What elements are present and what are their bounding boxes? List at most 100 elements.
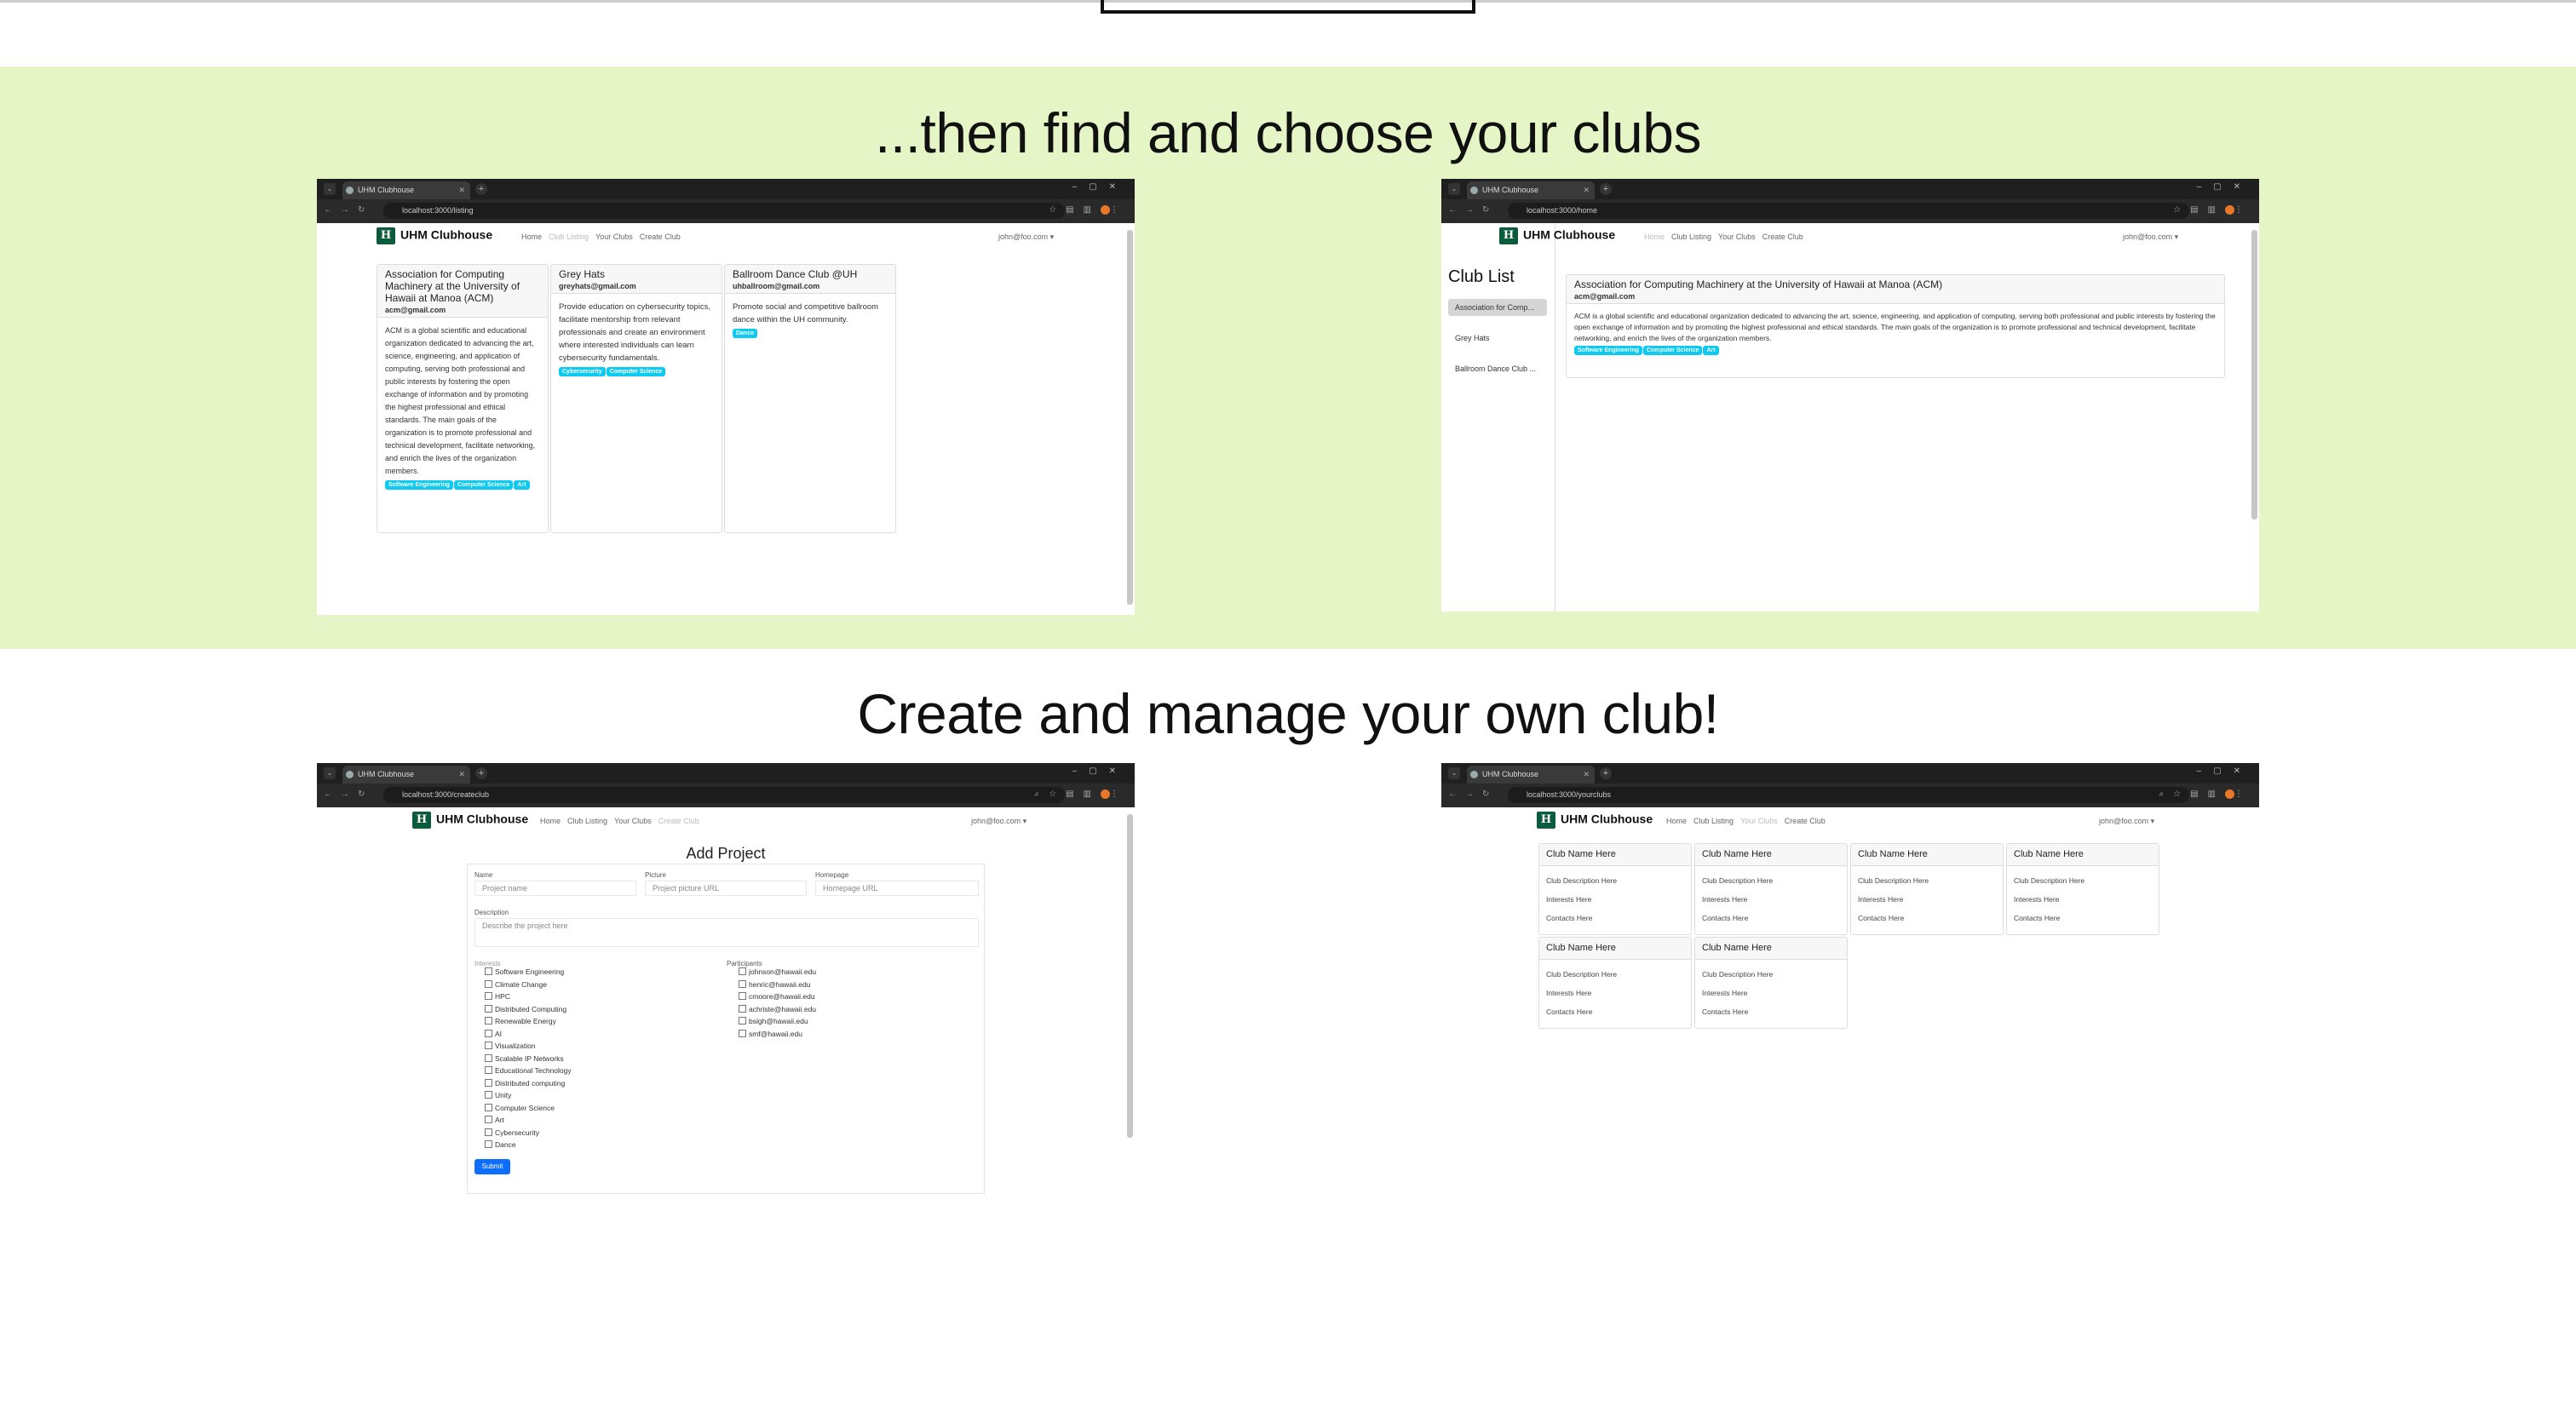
interest-checkbox[interactable]: Unity	[485, 1091, 511, 1099]
app-brand[interactable]: H UHM Clubhouse	[377, 227, 492, 244]
close-tab-icon[interactable]: ✕	[458, 181, 465, 199]
user-menu[interactable]: john@foo.com ▾	[2123, 232, 2178, 242]
close-tab-icon[interactable]: ✕	[1583, 181, 1590, 199]
interest-checkbox[interactable]: Distributed computing	[485, 1079, 565, 1088]
profile-avatar[interactable]	[1101, 789, 1110, 799]
interest-checkbox[interactable]: Art	[485, 1116, 504, 1124]
user-menu[interactable]: john@foo.com ▾	[971, 817, 1026, 826]
tab-search-icon[interactable]: ⌄	[324, 767, 336, 779]
tab-search-icon[interactable]: ⌄	[324, 183, 336, 195]
nav-club-listing[interactable]: Club Listing	[567, 817, 607, 825]
browser-tab[interactable]: UHM Clubhouse ✕	[1467, 766, 1595, 783]
interest-checkbox[interactable]: Educational Technology	[485, 1066, 572, 1075]
address-bar[interactable]: localhost:3000/createclub	[383, 787, 1065, 803]
scrollbar[interactable]	[1127, 814, 1133, 1138]
browser-tab[interactable]: UHM Clubhouse ✕	[1467, 181, 1595, 199]
participant-checkbox[interactable]: johnson@hawaii.edu	[739, 967, 816, 976]
nav-create-club[interactable]: Create Club	[658, 817, 699, 825]
submit-button[interactable]: Submit	[474, 1159, 510, 1174]
toolbar-icons[interactable]: ☆▤▥ ⋮	[1049, 205, 1128, 215]
interest-checkbox[interactable]: Cybersecurity	[485, 1128, 539, 1137]
interest-checkbox[interactable]: Dance	[485, 1140, 516, 1149]
window-controls[interactable]: –▢✕	[2197, 182, 2252, 192]
nav-club-listing[interactable]: Club Listing	[549, 232, 589, 241]
interest-checkbox[interactable]: AI	[485, 1030, 502, 1038]
club-card[interactable]: Ballroom Dance Club @UH uhballroom@gmail.…	[724, 264, 896, 533]
club-card[interactable]: Grey Hats greyhats@gmail.com Provide educ…	[550, 264, 722, 533]
nav-arrows-icon[interactable]: ←→↻	[1448, 205, 1498, 215]
nav-club-listing[interactable]: Club Listing	[1693, 817, 1734, 825]
nav-club-listing[interactable]: Club Listing	[1671, 232, 1711, 241]
address-bar[interactable]: localhost:3000/home	[1508, 203, 2189, 219]
club-card[interactable]: Club Name Here Club Description Here Inter…	[1850, 843, 2004, 935]
address-bar[interactable]: localhost:3000/listing	[383, 203, 1065, 219]
participant-checkbox[interactable]: henric@hawaii.edu	[739, 980, 810, 989]
club-card[interactable]: Association for Computing Machinery at t…	[377, 264, 549, 533]
app-brand[interactable]: H UHM Clubhouse	[1499, 227, 1615, 244]
interest-checkbox[interactable]: Visualization	[485, 1042, 536, 1050]
club-card[interactable]: Club Name Here Club Description Here Inter…	[1694, 843, 1848, 935]
club-card[interactable]: Club Name Here Club Description Here Inter…	[1538, 937, 1692, 1029]
close-tab-icon[interactable]: ✕	[458, 766, 465, 783]
nav-arrows-icon[interactable]: ←→↻	[324, 789, 373, 799]
club-card[interactable]: Club Name Here Club Description Here Inter…	[1694, 937, 1848, 1029]
new-tab-icon[interactable]: +	[1600, 183, 1612, 195]
interest-checkbox[interactable]: Climate Change	[485, 980, 547, 989]
interest-checkbox[interactable]: Renewable Energy	[485, 1017, 556, 1025]
scrollbar[interactable]	[2251, 230, 2257, 519]
app-brand[interactable]: H UHM Clubhouse	[1537, 812, 1653, 829]
app-brand[interactable]: H UHM Clubhouse	[412, 812, 528, 829]
nav-home[interactable]: Home	[1666, 817, 1687, 825]
participant-checkbox[interactable]: smf@hawaii.edu	[739, 1030, 802, 1038]
new-tab-icon[interactable]: +	[475, 183, 487, 195]
profile-avatar[interactable]	[2225, 789, 2234, 799]
project-picture-input[interactable]: Project picture URL	[645, 881, 807, 896]
project-name-input[interactable]: Project name	[474, 881, 636, 896]
nav-home[interactable]: Home	[521, 232, 542, 241]
club-list-item[interactable]: Grey Hats	[1448, 330, 1547, 347]
new-tab-icon[interactable]: +	[475, 767, 487, 779]
nav-create-club[interactable]: Create Club	[640, 232, 681, 241]
nav-your-clubs[interactable]: Your Clubs	[595, 232, 633, 241]
toolbar-icons[interactable]: ⌕☆▤▥ ⋮	[1035, 789, 1128, 799]
window-controls[interactable]: –▢✕	[1072, 766, 1128, 776]
address-bar[interactable]: localhost:3000/yourclubs	[1508, 787, 2189, 803]
toolbar-icons[interactable]: ☆▤▥ ⋮	[2173, 205, 2252, 215]
interest-checkbox[interactable]: Software Engineering	[485, 967, 564, 976]
participant-checkbox[interactable]: cmoore@hawaii.edu	[739, 992, 815, 1001]
profile-avatar[interactable]	[1101, 205, 1110, 215]
nav-create-club[interactable]: Create Club	[1785, 817, 1826, 825]
profile-avatar[interactable]	[2225, 205, 2234, 215]
project-homepage-input[interactable]: Homepage URL	[815, 881, 979, 896]
club-list-item[interactable]: Ballroom Dance Club ...	[1448, 360, 1547, 377]
interest-checkbox[interactable]: Scalable IP Networks	[485, 1054, 564, 1063]
scrollbar[interactable]	[1127, 230, 1133, 605]
browser-tab[interactable]: UHM Clubhouse ✕	[342, 766, 470, 783]
nav-your-clubs[interactable]: Your Clubs	[1718, 232, 1756, 241]
browser-tab[interactable]: UHM Clubhouse ✕	[342, 181, 470, 199]
club-card[interactable]: Club Name Here Club Description Here Inter…	[1538, 843, 1692, 935]
nav-home[interactable]: Home	[540, 817, 561, 825]
interest-checkbox[interactable]: Distributed Computing	[485, 1005, 566, 1013]
participant-checkbox[interactable]: achriste@hawaii.edu	[739, 1005, 816, 1013]
nav-arrows-icon[interactable]: ←→↻	[1448, 789, 1498, 799]
nav-your-clubs[interactable]: Your Clubs	[614, 817, 652, 825]
window-controls[interactable]: –▢✕	[2197, 766, 2252, 776]
tab-search-icon[interactable]: ⌄	[1448, 767, 1460, 779]
interest-checkbox[interactable]: HPC	[485, 992, 510, 1001]
club-list-item[interactable]: Association for Comp...	[1448, 299, 1547, 316]
nav-home[interactable]: Home	[1644, 232, 1665, 241]
tab-search-icon[interactable]: ⌄	[1448, 183, 1460, 195]
nav-create-club[interactable]: Create Club	[1762, 232, 1803, 241]
nav-your-clubs[interactable]: Your Clubs	[1740, 817, 1778, 825]
window-controls[interactable]: –▢✕	[1072, 182, 1128, 192]
new-tab-icon[interactable]: +	[1600, 767, 1612, 779]
close-tab-icon[interactable]: ✕	[1583, 766, 1590, 783]
user-menu[interactable]: john@foo.com ▾	[998, 232, 1054, 242]
description-textarea[interactable]: Describe the project here	[474, 918, 979, 947]
nav-arrows-icon[interactable]: ←→↻	[324, 205, 373, 215]
club-card[interactable]: Club Name Here Club Description Here Inter…	[2006, 843, 2159, 935]
toolbar-icons[interactable]: ⌕☆▤▥ ⋮	[2159, 789, 2252, 799]
interest-checkbox[interactable]: Computer Science	[485, 1104, 555, 1112]
participant-checkbox[interactable]: bsigh@hawaii.edu	[739, 1017, 808, 1025]
